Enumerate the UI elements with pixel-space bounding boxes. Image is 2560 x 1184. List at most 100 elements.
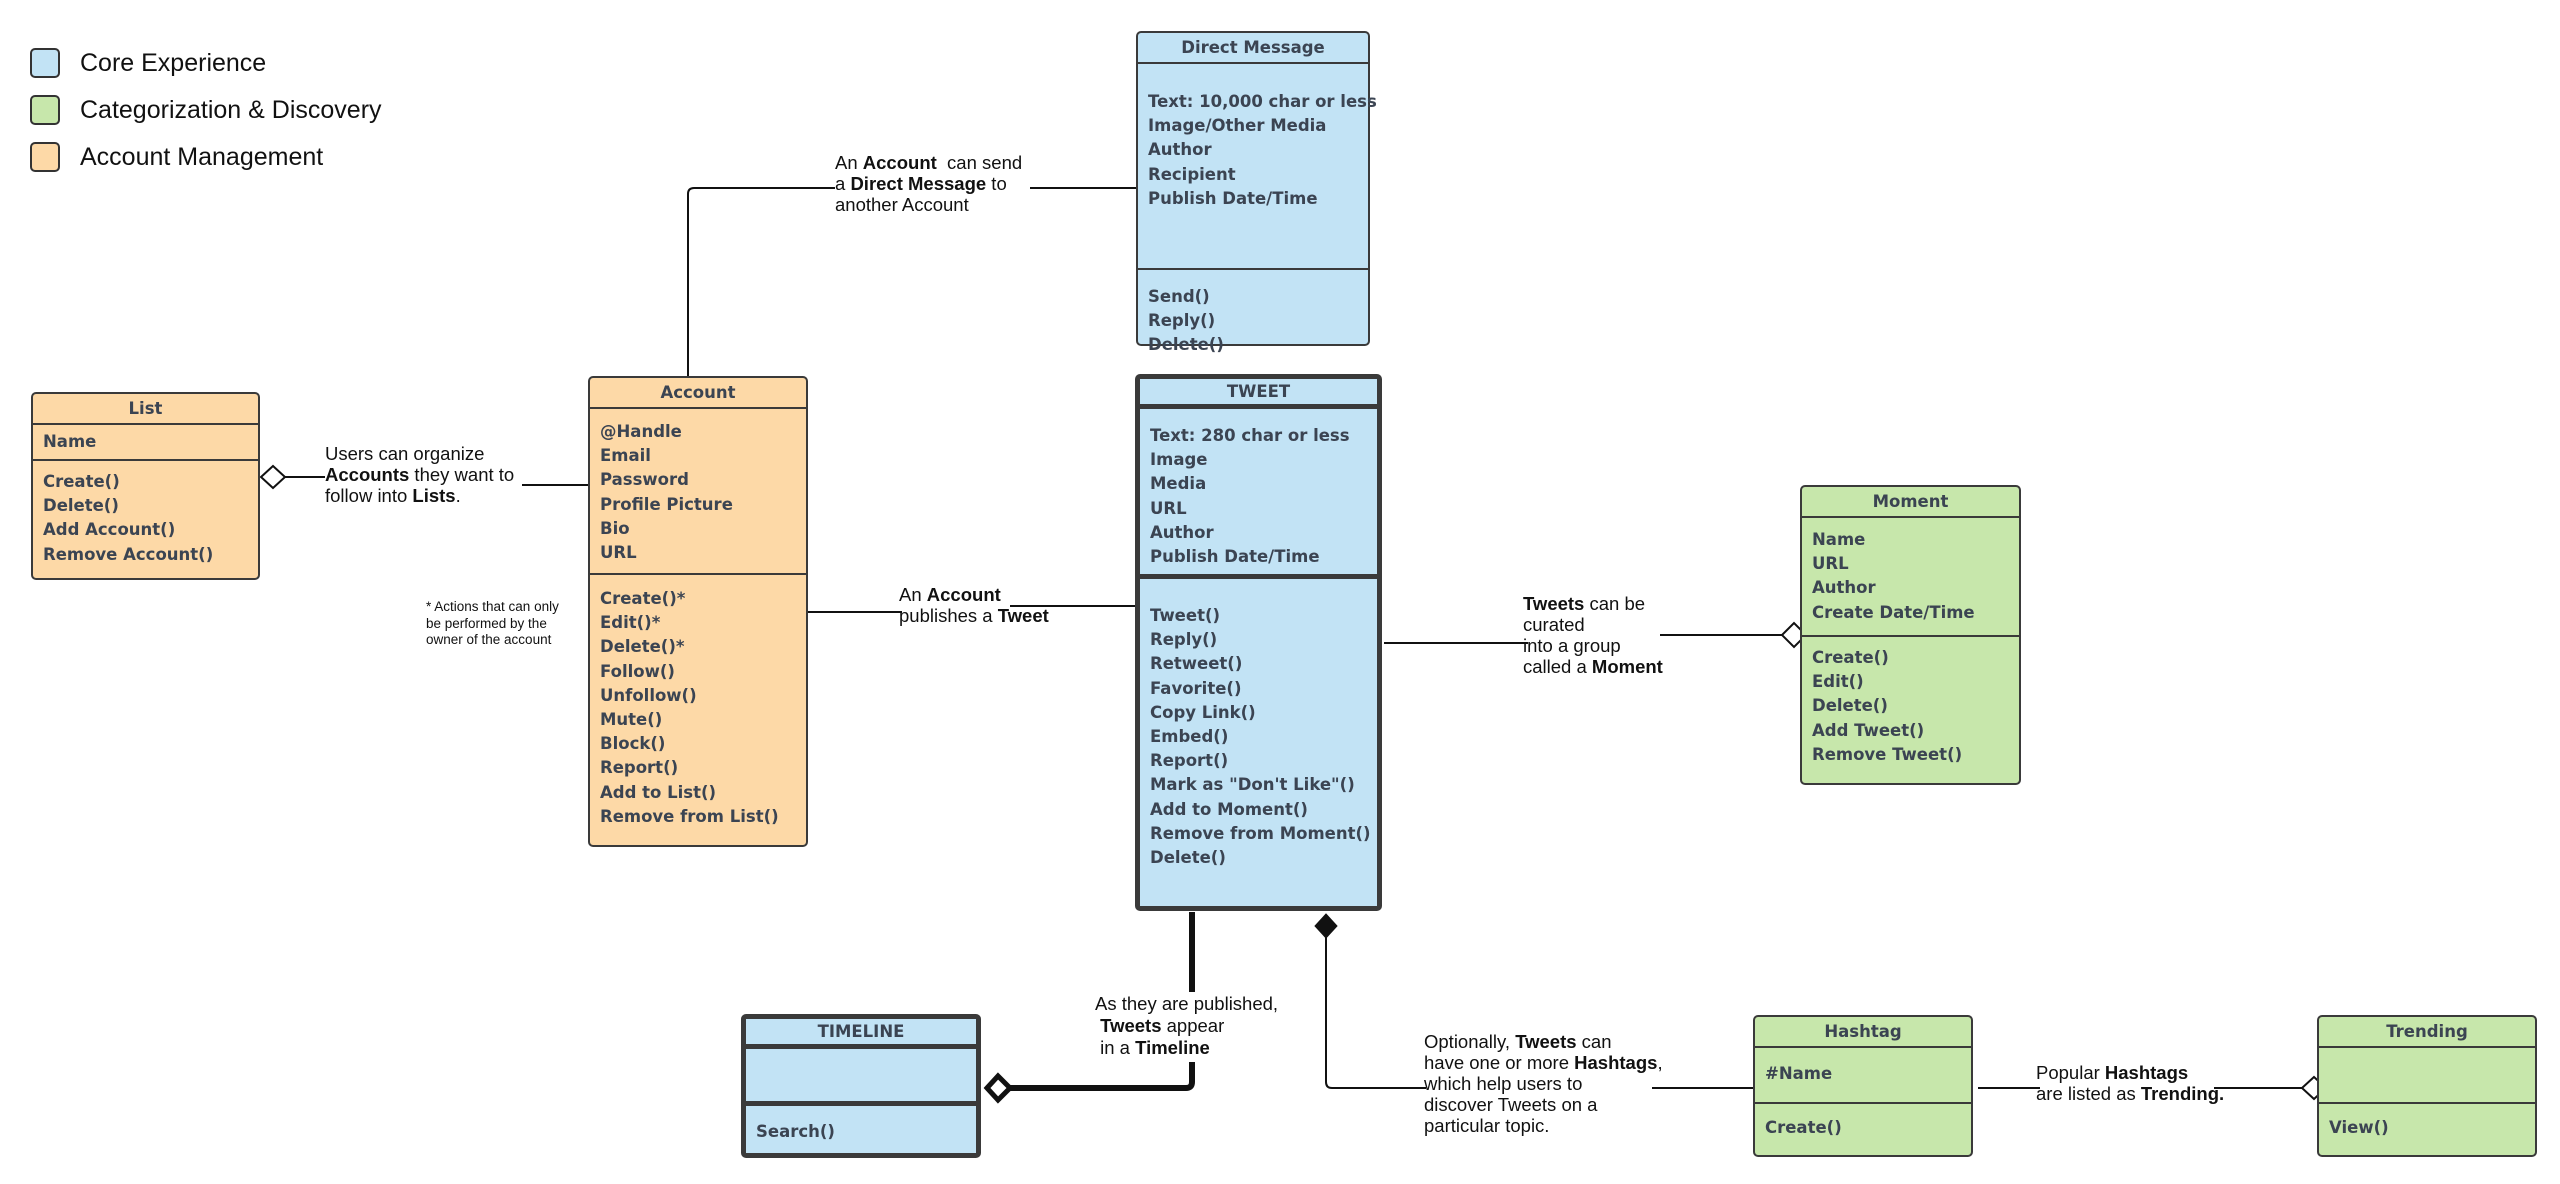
class-attribute: URL <box>1150 498 1187 518</box>
class-title: Moment <box>1802 487 2019 518</box>
class-method: Search() <box>756 1122 835 1141</box>
attributes-section <box>2319 1048 2535 1104</box>
class-moment[interactable]: Moment Name URL Author Create Date/Time Cre… <box>1800 485 2021 785</box>
class-method: Block() <box>600 734 666 754</box>
note-line: Popular Hashtags <box>2036 1062 2224 1083</box>
note-text: An <box>835 152 863 173</box>
class-attribute: Publish Date/Time <box>1150 546 1320 566</box>
note-line: An Account <box>899 584 1049 605</box>
attributes-section: Name URL Author Create Date/Time <box>1802 518 2019 637</box>
methods-section: Search() <box>746 1106 976 1144</box>
note-emphasis: Tweets <box>1523 593 1585 614</box>
note-text: are listed as <box>2036 1083 2141 1104</box>
note-emphasis: Hashtags <box>2104 1062 2189 1083</box>
class-tweet[interactable]: TWEET Text: 280 char or less Image Media UR… <box>1135 374 1382 911</box>
attributes-section: @Handle Email Password Profile Picture Bio UR… <box>590 409 806 575</box>
class-attribute: Name <box>43 432 97 451</box>
attributes-section: Name <box>33 425 258 461</box>
connector-timeline-bottom <box>1010 1062 1195 1091</box>
class-attribute: Name <box>1812 530 1866 549</box>
class-method: Delete() <box>1150 847 1226 867</box>
composition-diamond-hashtag <box>1314 913 1338 939</box>
class-attribute: Text: 10,000 char or less <box>1148 92 1377 111</box>
legend-swatch-orange <box>30 142 60 172</box>
class-method: Embed() <box>1150 726 1229 746</box>
legend-swatch-blue <box>30 48 60 78</box>
class-trending[interactable]: Trending View() <box>2317 1015 2537 1157</box>
note-text: called a <box>1523 656 1592 677</box>
class-method: Mark as "Don't Like"() <box>1150 775 1355 795</box>
note-text: can send <box>936 152 1023 173</box>
note-text: , <box>1657 1052 1663 1073</box>
note-emphasis: Account <box>862 152 937 173</box>
note-text: appear <box>1161 1015 1225 1036</box>
note-text: which help users to <box>1424 1073 1583 1094</box>
class-method: Report() <box>600 758 679 778</box>
note-line: Accounts they want to <box>325 464 514 485</box>
note-emphasis: Lists <box>412 485 456 506</box>
class-method: Add Account() <box>43 520 176 540</box>
note-line: publishes a Tweet <box>899 605 1049 626</box>
note-emphasis: Hashtags <box>1574 1052 1658 1073</box>
class-attribute: Bio <box>600 518 630 538</box>
class-timeline[interactable]: TIMELINE Search() <box>741 1014 981 1158</box>
note-text: Optionally, <box>1424 1031 1516 1052</box>
aggregation-diamond-list <box>259 464 287 490</box>
legend-label: Account Management <box>80 142 324 171</box>
note-line: Tweets can be <box>1523 593 1663 614</box>
class-method: Create()* <box>600 589 686 608</box>
class-attribute: Publish Date/Time <box>1148 188 1318 208</box>
note-line: discover Tweets on a <box>1424 1094 1663 1115</box>
attributes-section: Text: 10,000 char or less Image/Other Med… <box>1138 64 1377 270</box>
class-attribute: Recipient <box>1148 164 1236 184</box>
class-direct-message[interactable]: Direct Message Text: 10,000 char or less… <box>1136 31 1377 354</box>
class-method: Favorite() <box>1150 678 1242 698</box>
note-emphasis: Direct Message <box>850 173 987 194</box>
note-list-organize: Users can organize Accounts they want to f… <box>325 443 514 506</box>
note-line: into a group <box>1523 635 1663 656</box>
note-text: As they are published, <box>1095 993 1279 1014</box>
class-method: Create() <box>43 472 120 491</box>
note-tweets-in-timeline: As they are published, Tweets appear in … <box>1095 993 1278 1059</box>
class-account[interactable]: Account @Handle Email Password Profile Pict… <box>588 376 808 847</box>
note-text: Users can organize <box>325 443 485 464</box>
class-attribute: Author <box>1812 578 1876 598</box>
class-attribute: URL <box>600 542 637 562</box>
class-title: List <box>33 394 258 425</box>
class-method: Edit()* <box>600 613 661 633</box>
note-line: An Account can send <box>835 152 1022 173</box>
legend-item-categorization: Categorization & Discovery <box>30 93 382 127</box>
note-text: particular topic. <box>1424 1115 1550 1136</box>
class-method: Add to Moment() <box>1150 799 1308 819</box>
class-method: Reply() <box>1150 630 1218 650</box>
class-method: Add to List() <box>600 782 717 802</box>
class-list[interactable]: List Name Create() Delete() Add Account() R… <box>31 392 260 580</box>
note-text: can <box>1576 1031 1612 1052</box>
note-line: curated <box>1523 614 1663 635</box>
note-line: which help users to <box>1424 1073 1663 1094</box>
note-line: Users can organize <box>325 443 514 464</box>
note-emphasis: Accounts <box>325 464 410 485</box>
legend-label: Core Experience <box>80 48 267 77</box>
note-emphasis: Trending. <box>2140 1083 2225 1104</box>
note-text: publishes a <box>899 605 998 626</box>
class-method: Report() <box>1150 751 1229 771</box>
note-line: another Account <box>835 194 1022 215</box>
methods-section: View() <box>2319 1104 2535 1140</box>
note-emphasis: Account <box>926 584 1001 605</box>
note-line: Optionally, Tweets can <box>1424 1031 1663 1052</box>
note-text: follow into <box>325 485 413 506</box>
class-attribute: Create Date/Time <box>1812 602 1975 622</box>
class-method: Copy Link() <box>1150 702 1256 722</box>
class-attribute: @Handle <box>600 422 682 441</box>
connector-account-dm <box>687 187 835 378</box>
note-emphasis: Timeline <box>1135 1037 1210 1058</box>
class-method: Create() <box>1812 648 1889 667</box>
class-title: TWEET <box>1140 379 1377 409</box>
legend-label: Categorization & Discovery <box>80 95 382 124</box>
note-text: . <box>455 485 461 506</box>
legend-item-core-experience: Core Experience <box>30 46 266 80</box>
note-text: curated <box>1523 614 1585 635</box>
class-method: Mute() <box>600 709 663 729</box>
class-hashtag[interactable]: Hashtag #Name Create() <box>1753 1015 1973 1157</box>
